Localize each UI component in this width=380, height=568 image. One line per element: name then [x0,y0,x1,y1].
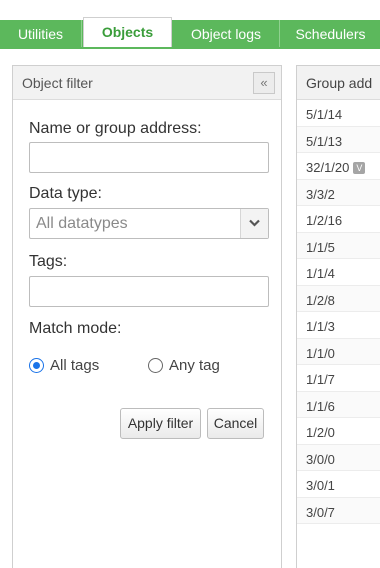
table-row[interactable]: 32/1/20 V [297,153,380,180]
tab-objects[interactable]: Objects [83,17,172,48]
name-field-label: Name or group address: [29,120,202,137]
group-address-cell: 5/1/13 [306,133,343,149]
group-address-column-header[interactable]: Group add [297,66,380,100]
group-address-cell: 1/1/3 [306,319,335,334]
table-row[interactable]: 1/2/16 [297,206,380,233]
table-row[interactable]: 1/1/4 [297,259,380,286]
datatype-select[interactable]: All datatypes [29,208,269,239]
group-address-cell: 1/2/0 [306,425,335,440]
table-row[interactable]: 3/0/1 [297,471,380,498]
table-row[interactable]: 1/1/0 [297,338,380,365]
table-row[interactable]: 1/2/0 [297,418,380,445]
table-row[interactable]: 3/0/7 [297,497,380,524]
group-address-cell: 32/1/20 [306,160,350,175]
table-row[interactable]: 3/3/2 [297,179,380,206]
group-address-cell: 3/0/7 [306,504,335,520]
group-address-cell: 1/1/4 [306,266,335,281]
table-row[interactable]: 1/2/8 [297,285,380,312]
table-row[interactable]: 1/1/5 [297,232,380,259]
tags-label: Tags: [29,253,68,270]
cancel-button[interactable]: Cancel [207,408,264,439]
chevron-down-icon[interactable] [240,209,268,238]
datatype-label: Data type: [29,185,102,202]
table-row[interactable]: 1/1/6 [297,391,380,418]
radio-checked-icon[interactable] [29,358,44,373]
table-row[interactable]: 5/1/13 [297,126,380,153]
tab-object-logs[interactable]: Object logs [173,20,280,48]
match-mode-label: Match mode: [29,320,122,337]
tab-underline [0,47,380,49]
filter-panel-header: Object filter « [13,66,281,100]
group-address-cell: 3/0/0 [306,451,335,467]
match-all-tags-label: All tags [50,357,100,374]
group-address-cell: 1/1/6 [306,398,335,414]
name-or-group-address-input[interactable] [29,142,269,173]
table-row[interactable]: 1/1/7 [297,365,380,392]
group-address-cell: 1/1/7 [306,372,335,387]
tab-bar: Utilities Objects Object logs Schedulers [0,0,380,49]
tab-utilities[interactable]: Utilities [0,20,82,48]
objects-table-body: 5/1/14 5/1/13 32/1/20 V 3/3/2 1/2/16 1/1/5 1/1/… [297,100,380,524]
radio-unchecked-icon[interactable] [148,358,163,373]
group-address-cell: 1/2/8 [306,292,335,308]
table-row[interactable]: 5/1/14 [297,100,380,127]
group-address-cell: 3/3/2 [306,186,335,202]
datatype-selected-value: All datatypes [36,215,128,232]
tab-schedulers[interactable]: Schedulers [281,20,380,48]
group-address-cell: 5/1/14 [306,107,343,122]
apply-filter-button[interactable]: Apply filter [120,408,201,439]
filter-panel-title: Object filter [22,75,93,91]
group-address-cell: 3/0/1 [306,478,335,493]
table-row[interactable]: 3/0/0 [297,444,380,471]
match-all-tags-radio[interactable]: All tags [29,357,99,374]
objects-table: Group add 5/1/14 5/1/13 32/1/20 V 3/3/2 1/2/1… [296,65,380,568]
table-row[interactable]: 1/1/3 [297,312,380,339]
tags-input[interactable] [29,276,269,307]
group-address-cell: 1/1/0 [306,345,335,361]
match-any-tag-radio[interactable]: Any tag [148,357,220,374]
collapse-panel-icon[interactable]: « [253,72,275,94]
virtual-object-badge: V [353,162,366,174]
group-address-cell: 1/2/16 [306,213,343,228]
group-address-cell: 1/1/5 [306,239,335,255]
match-any-tag-label: Any tag [169,357,220,374]
object-filter-panel: Object filter « Name or group address: D… [12,65,282,568]
